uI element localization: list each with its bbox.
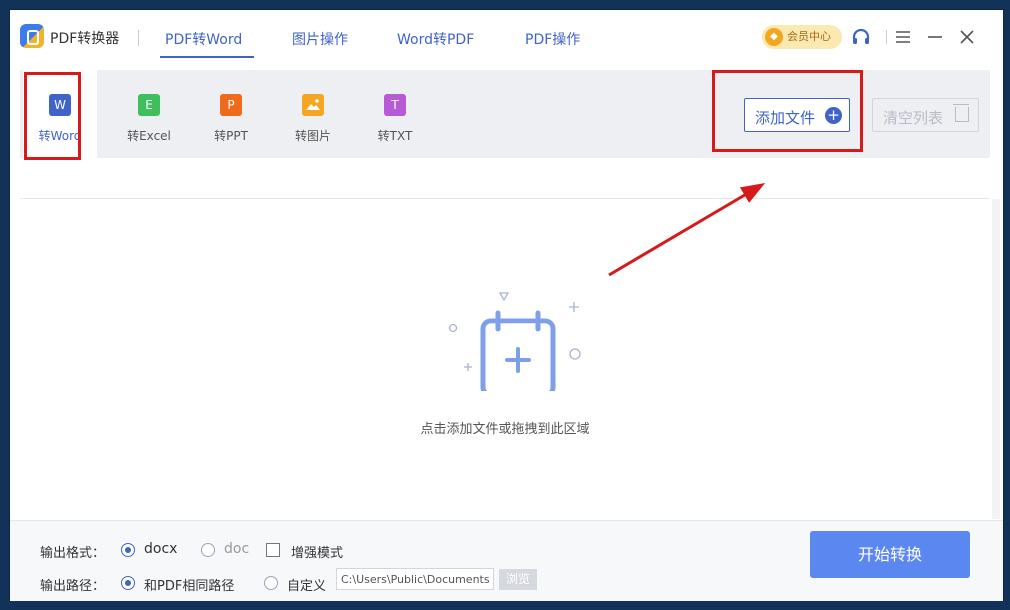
- tool-to-image[interactable]: 转图片: [276, 70, 350, 158]
- add-file-button[interactable]: 添加文件 +: [744, 98, 850, 132]
- headset-support-icon[interactable]: [850, 26, 872, 48]
- tool-label: 转TXT: [377, 129, 413, 143]
- tool-to-txt[interactable]: T 转TXT: [358, 70, 432, 158]
- vip-center-label: 会员中心: [787, 30, 831, 43]
- custom-path-radio[interactable]: [264, 576, 278, 590]
- ppt-file-icon: P: [220, 94, 242, 116]
- image-file-icon: [302, 94, 324, 116]
- enhanced-mode-checkbox[interactable]: [266, 543, 280, 557]
- browse-button[interactable]: 浏览: [499, 569, 537, 590]
- conversion-toolbar: W 转Word E 转Excel P 转PPT 转图片 T 转TXT 添加文件 …: [20, 70, 990, 158]
- custom-path-input[interactable]: [336, 568, 494, 590]
- same-path-radio[interactable]: [121, 576, 135, 590]
- start-convert-button[interactable]: 开始转换: [810, 531, 970, 578]
- title-bar: PDF转换器 PDF转Word 图片操作 Word转PDF PDF操作 ◆ 会员…: [10, 10, 1003, 66]
- output-path-label: 输出路径：: [40, 579, 106, 594]
- format-docx-radio[interactable]: [121, 543, 135, 557]
- menu-icon[interactable]: [892, 26, 914, 48]
- add-file-label: 添加文件: [755, 109, 816, 127]
- tab-pdf-ops[interactable]: PDF操作: [525, 29, 580, 49]
- format-doc-radio[interactable]: [201, 543, 215, 557]
- file-list-header: [20, 158, 990, 199]
- diamond-icon: ◆: [765, 28, 783, 46]
- output-format-label: 输出格式：: [40, 546, 106, 561]
- tool-to-excel[interactable]: E 转Excel: [112, 70, 186, 158]
- txt-file-icon: T: [384, 94, 406, 116]
- excel-file-icon: E: [138, 94, 160, 116]
- tool-label: 转图片: [294, 129, 331, 143]
- tool-label: 转Word: [38, 129, 82, 143]
- scrollbar[interactable]: [992, 199, 1000, 519]
- divider: [138, 30, 139, 46]
- tool-to-word[interactable]: W 转Word: [23, 70, 97, 158]
- app-title: PDF转换器: [50, 31, 120, 47]
- clear-list-button[interactable]: 清空列表: [872, 98, 979, 132]
- trash-icon: [953, 104, 969, 122]
- divider: [886, 30, 887, 44]
- app-logo-icon: [20, 24, 44, 48]
- file-drop-zone[interactable]: 点击添加文件或拖拽到此区域: [20, 199, 990, 519]
- close-icon[interactable]: [956, 26, 978, 48]
- format-doc-label: doc: [224, 541, 250, 557]
- plus-circle-icon: +: [825, 107, 842, 124]
- tool-to-ppt[interactable]: P 转PPT: [194, 70, 268, 158]
- drop-hint-text: 点击添加文件或拖拽到此区域: [420, 422, 590, 437]
- clear-list-label: 清空列表: [883, 109, 944, 127]
- output-options-panel: 输出格式： docx doc 增强模式 输出路径： 和PDF相同路径 自定义 浏…: [10, 520, 1003, 601]
- minimize-icon[interactable]: [924, 26, 946, 48]
- add-document-illustration-icon: [448, 292, 581, 391]
- active-tab-indicator: [160, 56, 254, 58]
- tool-label: 转PPT: [214, 129, 248, 143]
- same-path-label: 和PDF相同路径: [144, 579, 235, 594]
- app-window: PDF转换器 PDF转Word 图片操作 Word转PDF PDF操作 ◆ 会员…: [10, 10, 1003, 601]
- tab-pdf-to-word[interactable]: PDF转Word: [165, 29, 242, 49]
- vip-center-button[interactable]: ◆ 会员中心: [762, 25, 842, 49]
- custom-path-label: 自定义: [287, 579, 327, 594]
- enhanced-mode-label: 增强模式: [291, 546, 344, 561]
- format-docx-label: docx: [144, 541, 178, 557]
- tab-word-to-pdf[interactable]: Word转PDF: [397, 29, 474, 49]
- word-file-icon: W: [49, 94, 71, 116]
- tab-image-ops[interactable]: 图片操作: [292, 29, 348, 49]
- tool-label: 转Excel: [127, 129, 171, 143]
